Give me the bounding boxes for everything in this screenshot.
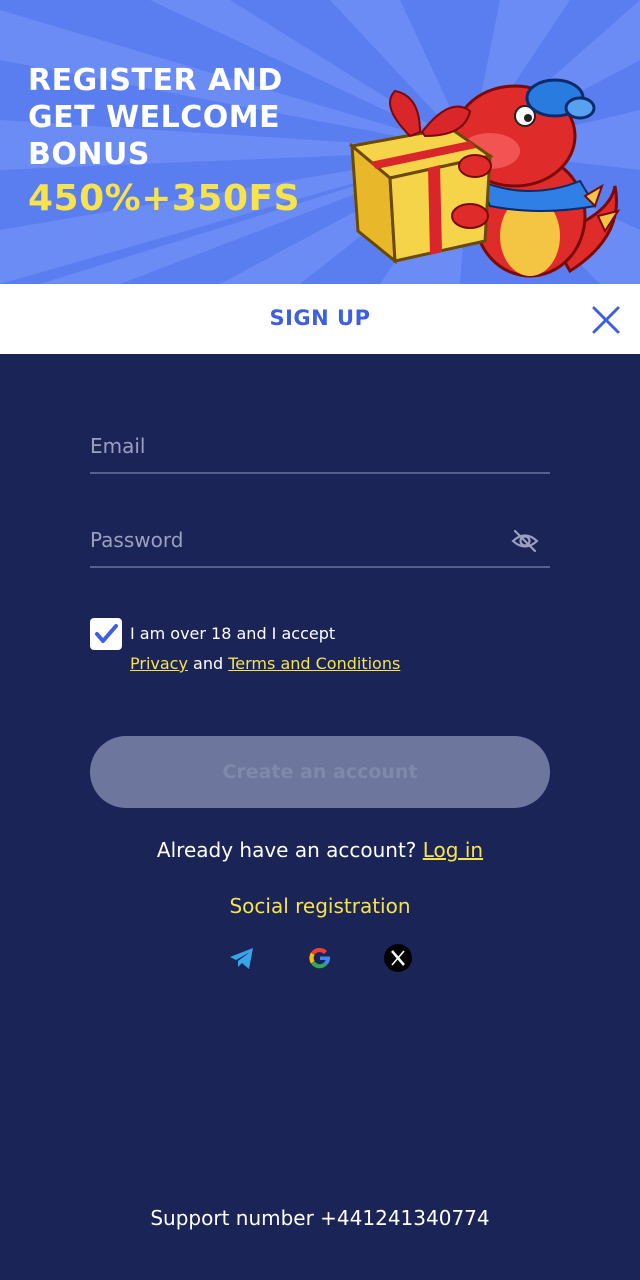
terms-link[interactable]: Terms and Conditions <box>228 654 400 673</box>
consent-checkbox[interactable] <box>90 618 122 650</box>
dragon-mascot-illustration <box>348 78 621 278</box>
login-prompt-text: Already have an account? <box>156 838 417 862</box>
create-account-button[interactable]: Create an account <box>90 736 550 808</box>
social-registration-title: Social registration <box>229 894 411 918</box>
password-field <box>90 520 550 568</box>
banner-bonus: 450%+350FS <box>28 178 301 219</box>
login-link[interactable]: Log in <box>423 838 483 862</box>
social-icons <box>226 942 426 976</box>
close-icon[interactable] <box>590 304 622 336</box>
and-text: and <box>193 654 224 673</box>
telegram-icon[interactable] <box>226 942 258 974</box>
eye-off-icon[interactable] <box>510 526 540 556</box>
password-input[interactable] <box>90 520 490 560</box>
page-title: SIGN UP <box>269 306 371 330</box>
consent-links: Privacy and Terms and Conditions <box>130 654 400 673</box>
login-prompt: Already have an account? Log in <box>0 838 640 862</box>
email-input[interactable] <box>90 426 490 466</box>
check-icon <box>95 624 118 643</box>
signup-header: SIGN UP <box>0 284 640 354</box>
banner-title: REGISTER AND GET WELCOME BONUS <box>28 63 283 172</box>
support-number: Support number +441241340774 <box>150 1206 490 1230</box>
promo-banner: REGISTER AND GET WELCOME BONUS 450%+350F… <box>0 0 640 284</box>
email-field <box>90 426 550 474</box>
consent-text: I am over 18 and I accept <box>130 624 336 643</box>
privacy-link[interactable]: Privacy <box>130 654 188 673</box>
x-icon[interactable] <box>382 942 414 974</box>
google-icon[interactable] <box>304 942 336 974</box>
